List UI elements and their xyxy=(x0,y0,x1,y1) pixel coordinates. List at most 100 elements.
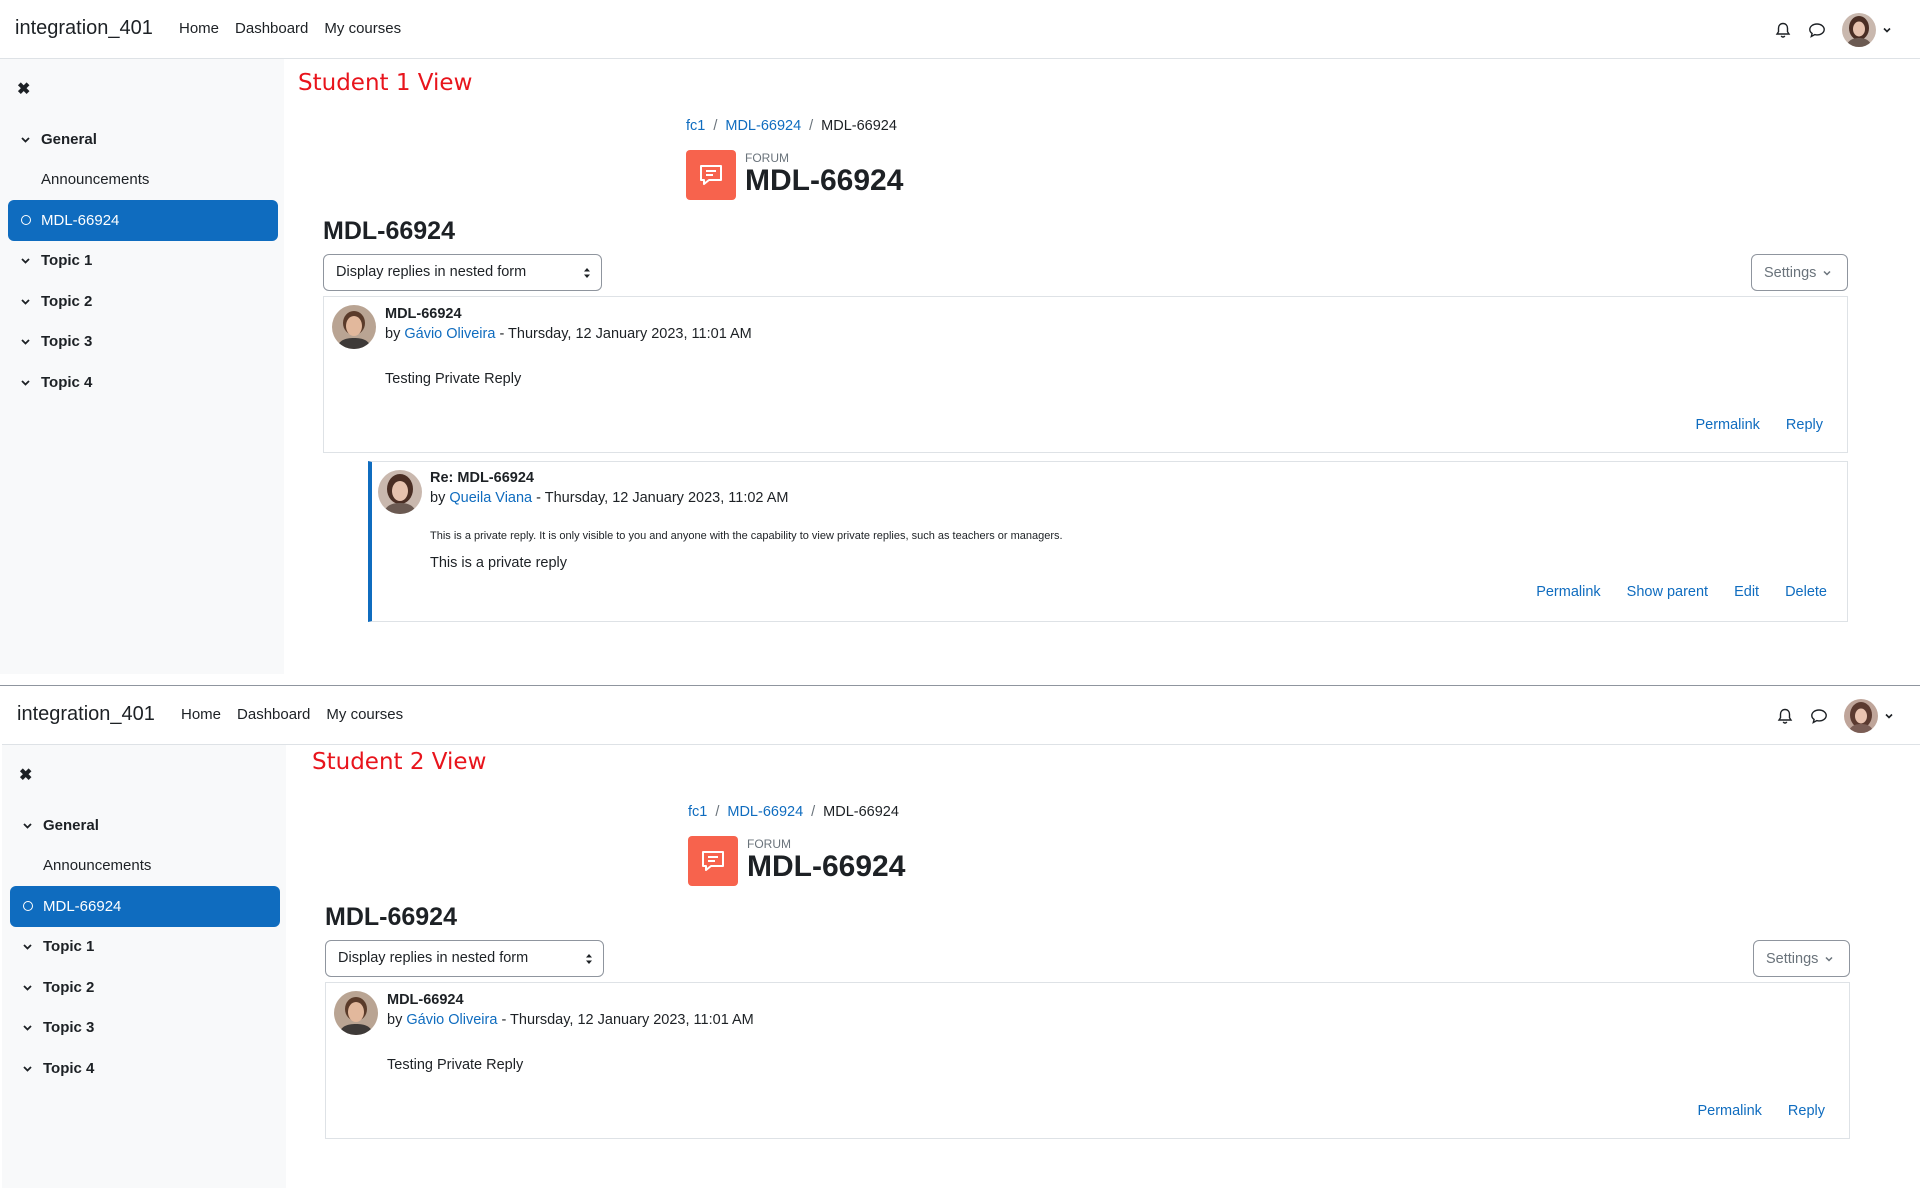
course-index-drawer: ✖ General Announcements MDL-66924 Topic … xyxy=(0,59,284,674)
breadcrumb-course-link[interactable]: fc1 xyxy=(686,118,705,134)
chevron-down-icon[interactable] xyxy=(22,982,33,993)
nav-home[interactable]: Home xyxy=(181,706,221,723)
settings-label: Settings xyxy=(1764,264,1817,281)
forum-post: MDL-66924 by Gávio Oliveira - Thursday, … xyxy=(323,296,1848,453)
breadcrumb: fc1 / MDL-66924 / MDL-66924 xyxy=(686,118,897,134)
section-topic-2[interactable]: Topic 2 xyxy=(8,281,278,322)
breadcrumb-current: MDL-66924 xyxy=(823,804,899,820)
close-drawer-icon[interactable]: ✖ xyxy=(17,79,30,99)
chevron-down-icon[interactable] xyxy=(20,296,31,307)
section-label: Topic 3 xyxy=(43,1019,95,1037)
section-label: Topic 2 xyxy=(43,978,95,996)
chevron-down-icon[interactable] xyxy=(20,336,31,347)
settings-button[interactable]: Settings xyxy=(1751,254,1848,291)
course-index-item-active[interactable]: MDL-66924 xyxy=(10,886,280,927)
course-index-drawer: ✖ General Announcements MDL-66924 Topic … xyxy=(2,745,286,1188)
author-link[interactable]: Gávio Oliveira xyxy=(406,1012,497,1028)
activity-title: MDL-66924 xyxy=(747,850,906,883)
item-label: MDL-66924 xyxy=(41,211,120,229)
breadcrumb-forum-link[interactable]: MDL-66924 xyxy=(725,118,801,134)
section-topic-3[interactable]: Topic 3 xyxy=(10,1008,280,1049)
delete-link[interactable]: Delete xyxy=(1785,584,1827,600)
chevron-down-icon[interactable] xyxy=(22,820,33,831)
permalink-link[interactable]: Permalink xyxy=(1697,1103,1761,1119)
section-topic-1[interactable]: Topic 1 xyxy=(10,927,280,968)
settings-button[interactable]: Settings xyxy=(1753,940,1850,977)
breadcrumb-separator: / xyxy=(811,804,816,820)
post-date: - Thursday, 12 January 2023, 11:01 AM xyxy=(495,326,752,342)
chevron-down-icon[interactable] xyxy=(20,134,31,145)
messages-icon[interactable] xyxy=(1808,21,1826,39)
completion-circle-icon xyxy=(21,215,31,226)
nav-dashboard[interactable]: Dashboard xyxy=(237,706,310,723)
private-reply-notice: This is a private reply. It is only visi… xyxy=(430,530,1063,542)
reply-link[interactable]: Reply xyxy=(1788,1103,1825,1119)
section-topic-2[interactable]: Topic 2 xyxy=(10,967,280,1008)
course-index-item-active[interactable]: MDL-66924 xyxy=(8,200,278,241)
post-byline: by Gávio Oliveira - Thursday, 12 January… xyxy=(387,1012,754,1028)
edit-link[interactable]: Edit xyxy=(1734,584,1759,600)
primary-navigation: Home Dashboard My courses xyxy=(179,20,401,37)
author-link[interactable]: Queila Viana xyxy=(449,490,532,506)
section-label: Topic 2 xyxy=(41,292,93,310)
notifications-bell-icon[interactable] xyxy=(1774,21,1792,39)
site-brand[interactable]: integration_401 xyxy=(15,17,153,40)
author-avatar[interactable] xyxy=(334,991,378,1035)
post-actions: Permalink Reply xyxy=(1695,417,1823,433)
messages-icon[interactable] xyxy=(1810,707,1828,725)
display-mode-select[interactable]: Display replies in nested form xyxy=(323,254,602,291)
section-topic-1[interactable]: Topic 1 xyxy=(8,241,278,282)
course-index: General Announcements MDL-66924 Topic 1 … xyxy=(10,805,280,1089)
author-link[interactable]: Gávio Oliveira xyxy=(404,326,495,342)
display-mode-value: Display replies in nested form xyxy=(338,950,529,966)
breadcrumb: fc1 / MDL-66924 / MDL-66924 xyxy=(688,804,899,820)
section-general[interactable]: General xyxy=(8,119,278,160)
user-navigation xyxy=(1776,699,1894,733)
author-avatar[interactable] xyxy=(332,305,376,349)
post-body: Testing Private Reply xyxy=(385,371,522,387)
site-brand[interactable]: integration_401 xyxy=(17,703,155,726)
chevron-down-icon[interactable] xyxy=(22,1022,33,1033)
section-topic-4[interactable]: Topic 4 xyxy=(8,362,278,403)
user-menu[interactable] xyxy=(1844,699,1894,733)
permalink-link[interactable]: Permalink xyxy=(1695,417,1759,433)
completion-circle-icon xyxy=(23,901,33,912)
breadcrumb-course-link[interactable]: fc1 xyxy=(688,804,707,820)
forum-icon xyxy=(686,150,736,200)
nav-home[interactable]: Home xyxy=(179,20,219,37)
chevron-down-icon[interactable] xyxy=(20,377,31,388)
author-avatar[interactable] xyxy=(378,470,422,514)
permalink-link[interactable]: Permalink xyxy=(1536,584,1600,600)
select-arrows-icon xyxy=(586,954,592,964)
forum-reply-post: Re: MDL-66924 by Queila Viana - Thursday… xyxy=(368,461,1848,622)
section-label: Topic 4 xyxy=(43,1059,95,1077)
chevron-down-icon[interactable] xyxy=(22,1063,33,1074)
activity-header: FORUM MDL-66924 xyxy=(686,150,903,200)
course-index-item-announcements[interactable]: Announcements xyxy=(10,846,280,887)
section-general[interactable]: General xyxy=(10,805,280,846)
chevron-down-icon xyxy=(1883,27,1891,33)
display-mode-select[interactable]: Display replies in nested form xyxy=(325,940,604,977)
student-1-view: integration_401 Home Dashboard My course… xyxy=(0,0,1920,684)
course-index-item-announcements[interactable]: Announcements xyxy=(8,160,278,201)
breadcrumb-separator: / xyxy=(809,118,814,134)
user-navigation xyxy=(1774,13,1892,47)
reply-link[interactable]: Reply xyxy=(1786,417,1823,433)
close-drawer-icon[interactable]: ✖ xyxy=(19,765,32,785)
student-2-view: integration_401 Home Dashboard My course… xyxy=(0,685,1920,1188)
section-topic-3[interactable]: Topic 3 xyxy=(8,322,278,363)
chevron-down-icon xyxy=(1823,270,1831,276)
nav-my-courses[interactable]: My courses xyxy=(324,20,401,37)
nav-my-courses[interactable]: My courses xyxy=(326,706,403,723)
breadcrumb-current: MDL-66924 xyxy=(821,118,897,134)
section-label: Topic 1 xyxy=(43,938,95,956)
show-parent-link[interactable]: Show parent xyxy=(1627,584,1708,600)
chevron-down-icon[interactable] xyxy=(20,255,31,266)
nav-dashboard[interactable]: Dashboard xyxy=(235,20,308,37)
notifications-bell-icon[interactable] xyxy=(1776,707,1794,725)
breadcrumb-forum-link[interactable]: MDL-66924 xyxy=(727,804,803,820)
user-menu[interactable] xyxy=(1842,13,1892,47)
post-date: - Thursday, 12 January 2023, 11:02 AM xyxy=(532,490,789,506)
chevron-down-icon[interactable] xyxy=(22,941,33,952)
section-topic-4[interactable]: Topic 4 xyxy=(10,1048,280,1089)
